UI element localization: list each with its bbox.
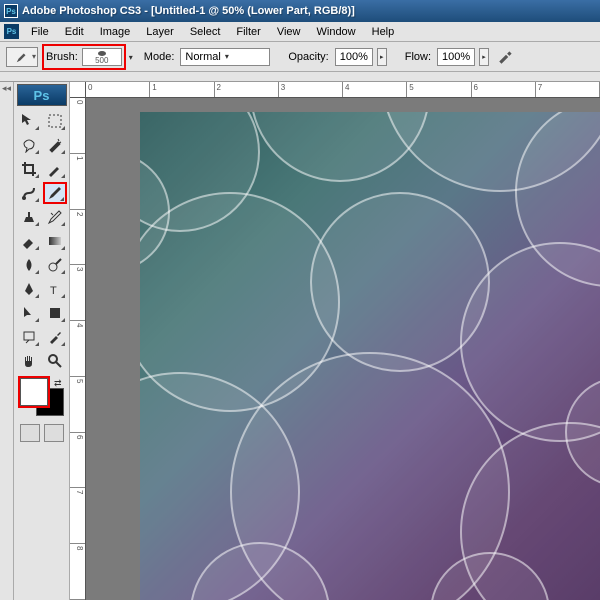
brush-size-value: 500: [95, 56, 108, 65]
eraser-tool[interactable]: [17, 230, 41, 252]
title-text: Adobe Photoshop CS3 - [Untitled-1 @ 50% …: [22, 5, 355, 17]
eyedropper-tool[interactable]: [43, 326, 67, 348]
mode-label: Mode:: [144, 51, 175, 63]
lasso-tool[interactable]: [17, 134, 41, 156]
standard-mode-button[interactable]: [20, 424, 40, 442]
path-selection-tool[interactable]: [17, 302, 41, 324]
move-tool[interactable]: [17, 110, 41, 132]
menu-image[interactable]: Image: [92, 26, 139, 38]
ruler-vertical[interactable]: 012345678: [70, 98, 86, 600]
ruler-origin[interactable]: [70, 82, 86, 98]
workspace: ◂◂ Ps T: [0, 82, 600, 600]
ps-logo-icon: Ps: [17, 84, 67, 106]
notes-tool[interactable]: [17, 326, 41, 348]
ps-app-icon: Ps: [4, 4, 18, 18]
opacity-label: Opacity:: [288, 51, 328, 63]
crop-tool[interactable]: [17, 158, 41, 180]
menu-layer[interactable]: Layer: [138, 26, 182, 38]
toolbox-collapse-col[interactable]: ◂◂: [0, 82, 14, 600]
menu-file[interactable]: File: [23, 26, 57, 38]
clone-stamp-tool[interactable]: [17, 206, 41, 228]
blur-tool[interactable]: [17, 254, 41, 276]
healing-brush-tool[interactable]: [17, 182, 41, 204]
flow-label: Flow:: [405, 51, 431, 63]
chevron-left-icon: ◂◂: [2, 83, 11, 94]
history-brush-tool[interactable]: [43, 206, 67, 228]
brush-tool[interactable]: [43, 182, 67, 204]
toolbox: Ps T ⇄: [14, 82, 70, 600]
panel-dock-strip: [0, 72, 600, 82]
color-swatches: ⇄: [20, 378, 64, 416]
type-tool[interactable]: T: [43, 278, 67, 300]
svg-text:T: T: [50, 285, 57, 297]
menu-window[interactable]: Window: [309, 26, 364, 38]
zoom-tool[interactable]: [43, 350, 67, 372]
brush-preset-picker[interactable]: 500: [82, 48, 122, 66]
dodge-tool[interactable]: [43, 254, 67, 276]
marquee-tool[interactable]: [43, 110, 67, 132]
gradient-tool[interactable]: [43, 230, 67, 252]
titlebar: Ps Adobe Photoshop CS3 - [Untitled-1 @ 5…: [0, 0, 600, 22]
mode-select[interactable]: Normal: [180, 48, 270, 66]
options-bar: Brush: 500 Mode: Normal Opacity: 100% ▸ …: [0, 42, 600, 72]
brush-label: Brush:: [46, 51, 78, 63]
pen-tool[interactable]: [17, 278, 41, 300]
quick-mask-button[interactable]: [44, 424, 64, 442]
flow-flyout[interactable]: ▸: [479, 48, 489, 66]
tool-preset-picker[interactable]: [6, 47, 38, 67]
opacity-flyout[interactable]: ▸: [377, 48, 387, 66]
menu-edit[interactable]: Edit: [57, 26, 92, 38]
document-canvas[interactable]: [140, 112, 600, 600]
hand-tool[interactable]: [17, 350, 41, 372]
ruler-horizontal[interactable]: 01234567: [86, 82, 600, 98]
menu-help[interactable]: Help: [364, 26, 403, 38]
menu-view[interactable]: View: [269, 26, 309, 38]
menu-select[interactable]: Select: [182, 26, 229, 38]
airbrush-icon[interactable]: [497, 48, 515, 66]
ps-menu-icon: Ps: [4, 24, 19, 39]
brush-picker-highlight: Brush: 500: [42, 44, 126, 70]
foreground-color-swatch[interactable]: [20, 378, 48, 406]
swap-colors-icon[interactable]: ⇄: [54, 378, 62, 389]
opacity-input[interactable]: 100%: [335, 48, 373, 66]
canvas-area: 01234567 012345678: [70, 82, 600, 600]
slice-tool[interactable]: [43, 158, 67, 180]
shape-tool[interactable]: [43, 302, 67, 324]
menubar: Ps File Edit Image Layer Select Filter V…: [0, 22, 600, 42]
magic-wand-tool[interactable]: [43, 134, 67, 156]
menu-filter[interactable]: Filter: [228, 26, 268, 38]
flow-input[interactable]: 100%: [437, 48, 475, 66]
brush-icon: [15, 50, 29, 64]
